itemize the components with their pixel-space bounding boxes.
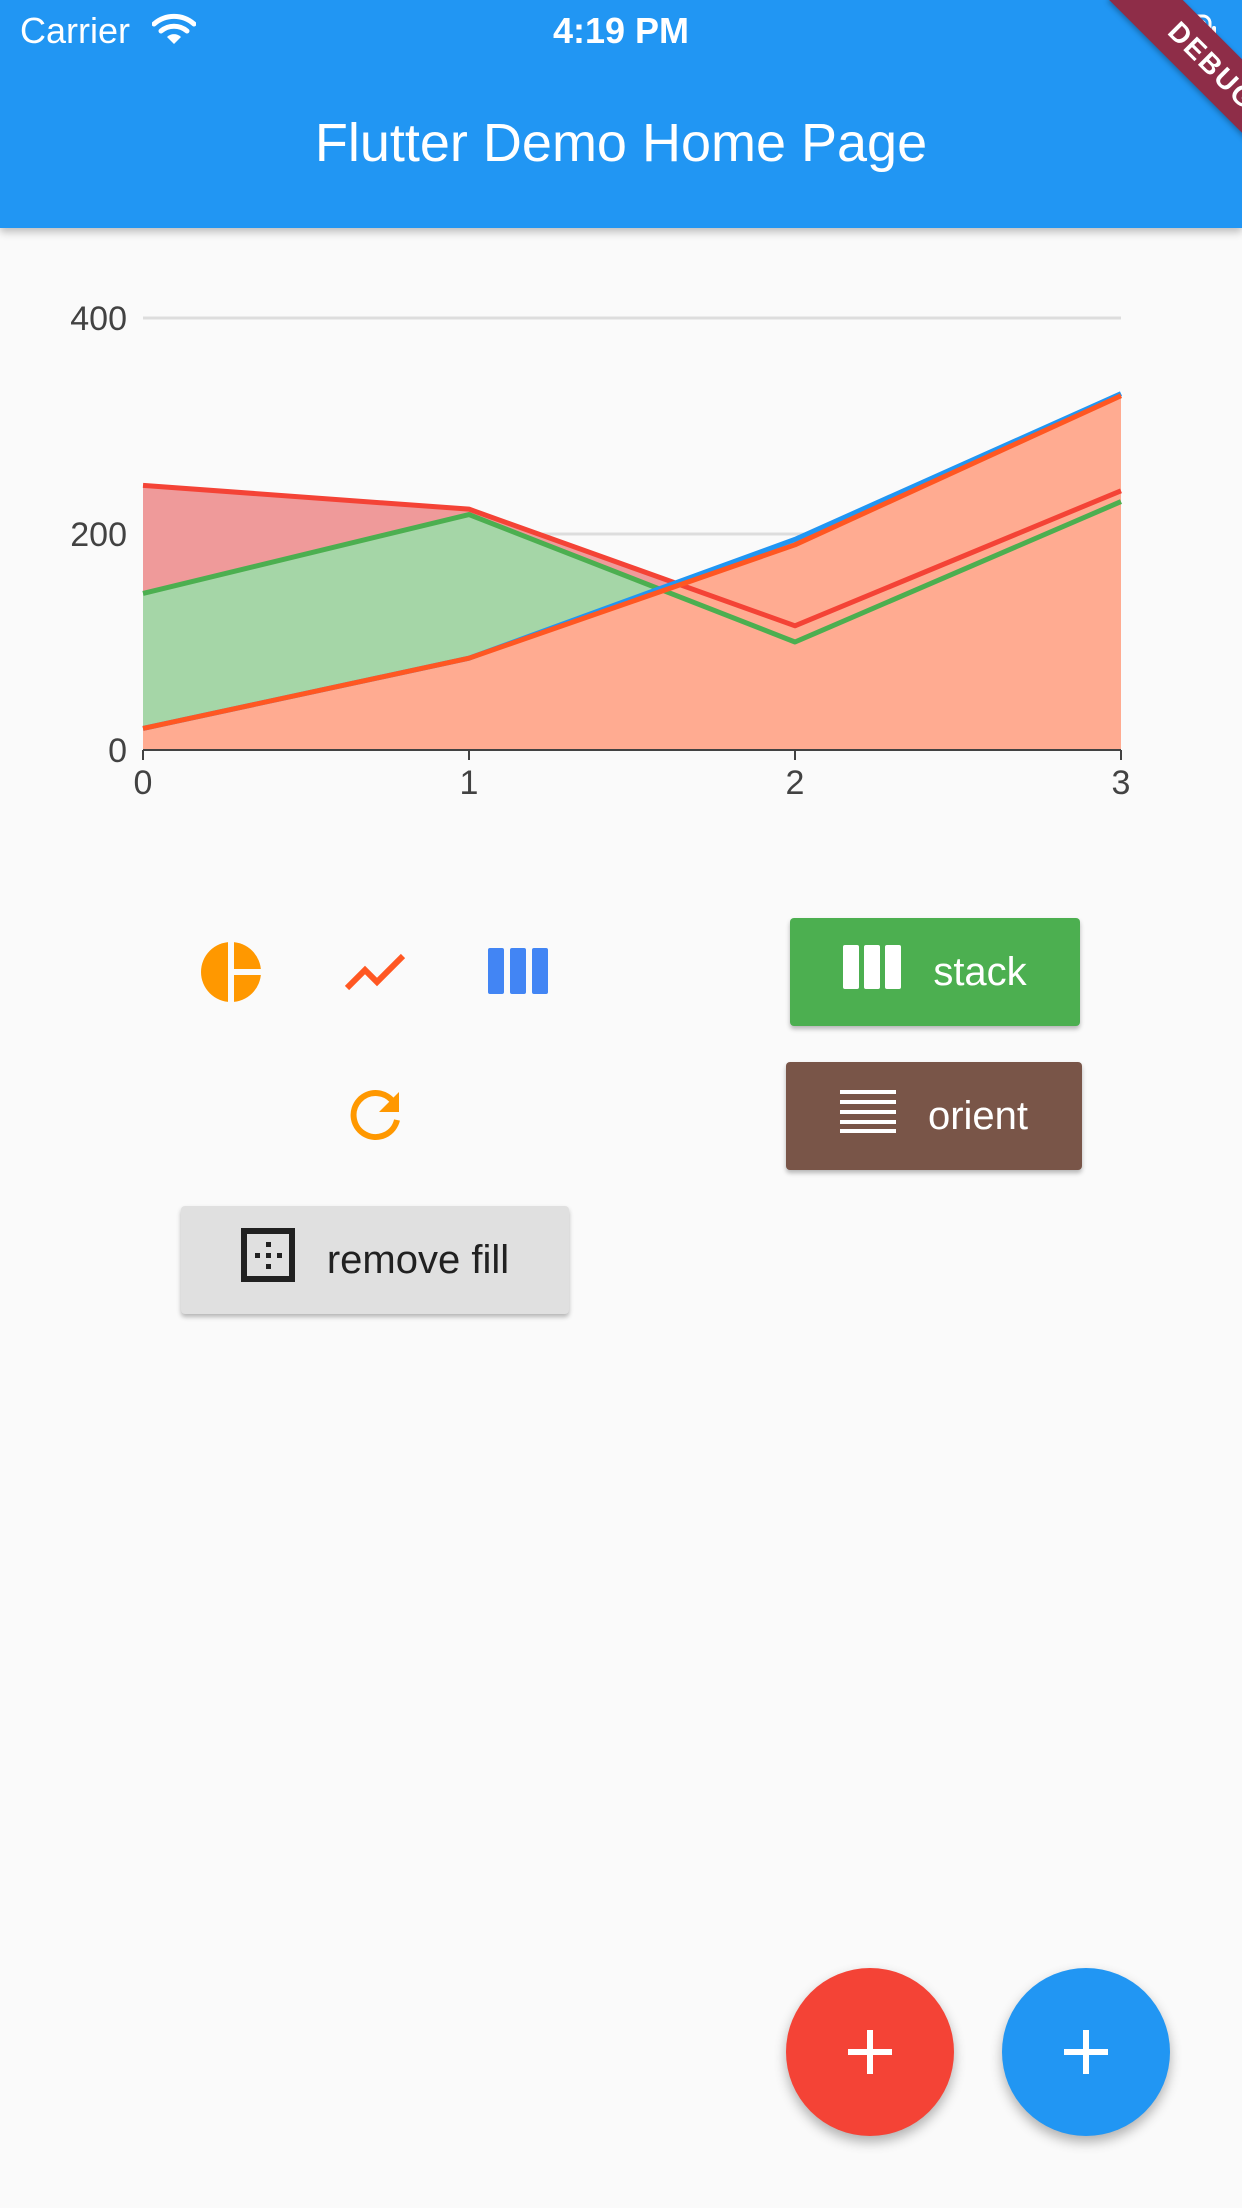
fab-add-red[interactable]	[786, 1968, 954, 2136]
y-tick-label: 200	[70, 516, 127, 554]
x-tick-label: 2	[786, 764, 805, 802]
status-time: 4:19 PM	[552, 10, 690, 51]
line-chart-button[interactable]	[327, 924, 423, 1020]
plus-icon	[1064, 2030, 1108, 2074]
chart-series	[142, 391, 1123, 750]
fab-add-blue[interactable]	[1002, 1968, 1170, 2136]
remove-fill-label: remove fill	[326, 1237, 510, 1282]
orient-label: orient	[927, 1093, 1029, 1138]
pie-chart-button[interactable]	[183, 924, 279, 1020]
bar-chart-button[interactable]	[470, 924, 566, 1020]
refresh-button[interactable]	[327, 1068, 423, 1164]
refresh-icon	[350, 1090, 400, 1140]
stack-icon	[843, 945, 902, 999]
x-tick-label: 0	[134, 764, 153, 802]
remove-fill-button[interactable]: remove fill	[181, 1206, 569, 1314]
stack-button[interactable]: stack	[790, 918, 1080, 1026]
plus-icon	[848, 2030, 892, 2074]
orient-icon	[839, 1089, 896, 1143]
y-tick-label: 400	[70, 300, 127, 338]
orient-button[interactable]: orient	[786, 1062, 1082, 1170]
area-chart: 0 200 400 0 1 2 3	[70, 300, 1131, 802]
border-clear-icon	[240, 1228, 295, 1292]
stack-label: stack	[933, 949, 1027, 994]
bar-chart-icon	[488, 948, 548, 994]
x-tick-label: 3	[1112, 764, 1131, 802]
y-tick-label: 0	[108, 732, 127, 770]
line-chart-icon	[345, 953, 405, 991]
x-tick-label: 1	[460, 764, 479, 802]
pie-chart-icon	[201, 942, 261, 1002]
page-title: Flutter Demo Home Page	[314, 113, 928, 173]
app-bar: Carrier 4:19 PM Flutter Demo Home Page D…	[0, 0, 1242, 228]
status-bar: Carrier 4:19 PM	[0, 0, 1242, 62]
